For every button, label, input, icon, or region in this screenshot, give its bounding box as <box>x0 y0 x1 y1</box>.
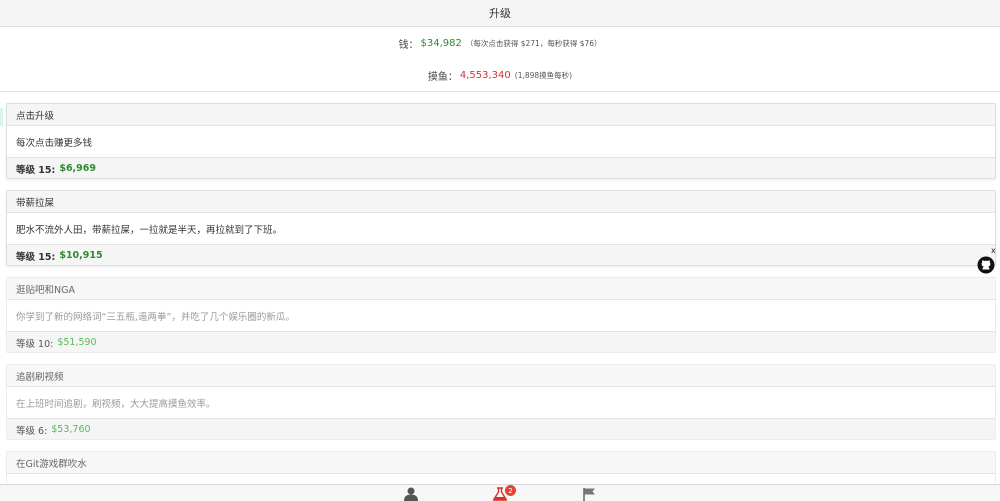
upgrade-card-paid-toilet[interactable]: 带薪拉屎 肥水不流外人田，带薪拉屎，一拉就是半天，再拉就到了下班。 等级 15:… <box>6 190 996 266</box>
upgrade-price: $6,969 <box>59 163 96 174</box>
upgrade-level: 等级 15: <box>16 164 56 176</box>
github-icon[interactable] <box>977 256 995 274</box>
flag-icon[interactable] <box>582 487 598 501</box>
fish-rate-note: (1,898摸鱼每秒) <box>514 70 573 80</box>
page-header: 升级 <box>0 0 1000 27</box>
fish-value: 4,553,340 <box>459 69 511 81</box>
upgrade-description: 每次点击赚更多钱 <box>16 137 93 149</box>
upgrade-title: 在Git游戏群吹水 <box>7 452 995 474</box>
fish-label: 摸鱼： <box>427 71 458 83</box>
upgrade-cost: 等级 10: $51,590 <box>7 331 995 352</box>
upgrade-description: 你学到了新的网络词“三五瓶,遥两拳”，并吃了几个娱乐圈的新瓜。 <box>16 311 295 323</box>
upgrade-level: 等级 10: <box>16 338 54 350</box>
upgrade-price: $53,760 <box>51 424 91 435</box>
close-icon[interactable]: x <box>991 246 996 255</box>
user-icon[interactable] <box>403 487 419 501</box>
upgrade-cost: 等级 6: $53,760 <box>7 418 995 439</box>
upgrade-cost: 等级 15: $6,969 <box>7 157 995 178</box>
money-value: $34,982 <box>420 37 462 49</box>
money-label: 钱： <box>398 39 419 51</box>
upgrade-cost: 等级 15: $10,915 <box>7 244 995 265</box>
notification-badge: 2 <box>505 485 516 496</box>
upgrade-price: $51,590 <box>57 337 97 348</box>
upgrade-description: 在上班时间追剧，刷视频，大大提高摸鱼效率。 <box>16 398 216 410</box>
page-title: 升级 <box>489 7 511 20</box>
upgrade-title: 逛贴吧和NGA <box>7 278 995 300</box>
active-marker <box>0 108 3 126</box>
upgrade-title: 点击升级 <box>7 104 995 126</box>
upgrade-card-videos[interactable]: 追剧刷视频 在上班时间追剧，刷视频，大大提高摸鱼效率。 等级 6: $53,76… <box>6 364 996 440</box>
upgrade-price: $10,915 <box>59 250 103 261</box>
upgrade-title: 带薪拉屎 <box>7 191 995 213</box>
upgrade-title: 追剧刷视频 <box>7 365 995 387</box>
upgrade-level: 等级 15: <box>16 251 56 263</box>
money-rate-note: （每次点击获得 $271，每秒获得 $76） <box>465 38 602 48</box>
money-stat: 钱： $34,982 （每次点击获得 $271，每秒获得 $76） <box>0 27 1000 60</box>
upgrade-description: 肥水不流外人田，带薪拉屎，一拉就是半天，再拉就到了下班。 <box>16 224 283 236</box>
upgrade-card-forums[interactable]: 逛贴吧和NGA 你学到了新的网络词“三五瓶,遥两拳”，并吃了几个娱乐圈的新瓜。 … <box>6 277 996 353</box>
upgrade-card-click[interactable]: 点击升级 每次点击赚更多钱 等级 15: $6,969 <box>6 103 996 179</box>
upgrade-level: 等级 6: <box>16 425 48 437</box>
fish-stat: 摸鱼： 4,553,340 (1,898摸鱼每秒) <box>0 59 1000 92</box>
